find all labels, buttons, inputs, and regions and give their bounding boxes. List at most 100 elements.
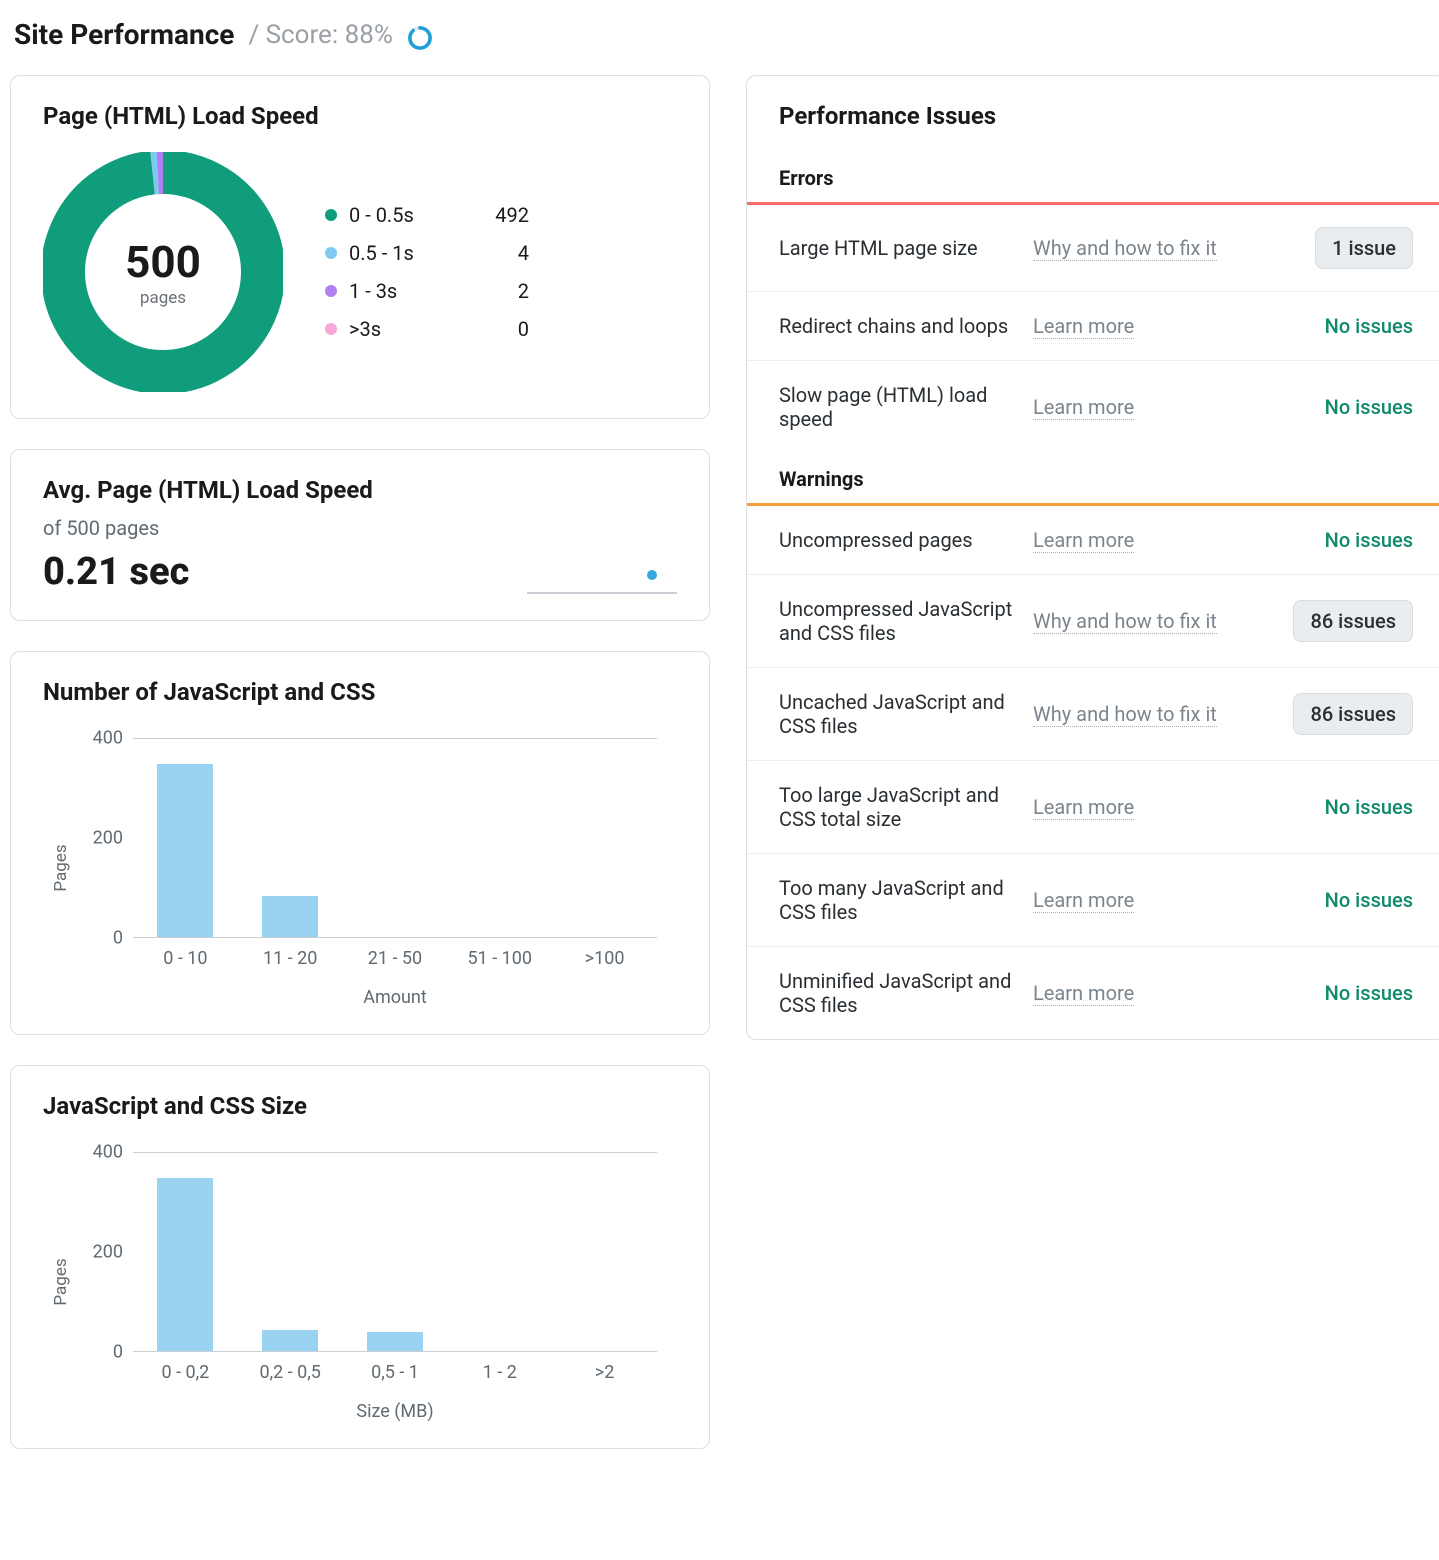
spark-dot-icon [647, 570, 657, 580]
page-title: Site Performance [14, 18, 234, 51]
avg-value: 0.21 sec [43, 550, 189, 594]
x-tick: 0,5 - 1 [371, 1362, 419, 1383]
errors-list: Large HTML page size Why and how to fix i… [747, 205, 1439, 453]
issue-name: Uncached JavaScript and CSS files [779, 690, 1013, 738]
left-column: Page (HTML) Load Speed 500 pages 0 - 0.5… [10, 75, 710, 1479]
sparkline [527, 564, 677, 594]
issue-help-link[interactable]: Why and how to fix it [1033, 609, 1217, 634]
issue-name: Redirect chains and loops [779, 314, 1013, 338]
y-tick: 0 [43, 1342, 123, 1363]
bar-column: 0,5 - 1 [343, 1153, 448, 1352]
baseline [133, 1351, 657, 1352]
bar-column: 1 - 2 [447, 1153, 552, 1352]
no-issues-label: No issues [1325, 528, 1413, 552]
issue-help-link[interactable]: Learn more [1033, 314, 1134, 339]
bar [157, 1178, 213, 1352]
section-errors: Errors [747, 152, 1439, 205]
bar [262, 896, 318, 938]
donut-total-label: pages [140, 288, 186, 308]
legend-count: 492 [479, 203, 529, 227]
legend-dot-icon [325, 285, 337, 297]
card-js-css-size: JavaScript and CSS Size 0 - 0,20,2 - 0,5… [10, 1065, 710, 1449]
x-tick: 21 - 50 [368, 948, 422, 969]
issue-row: Redirect chains and loops Learn more No is… [747, 292, 1439, 361]
issue-name: Slow page (HTML) load speed [779, 383, 1013, 431]
bar [157, 764, 213, 938]
x-tick: >2 [595, 1362, 615, 1383]
card-js-css-count: Number of JavaScript and CSS 0 - 1011 - … [10, 651, 710, 1035]
legend-dot-icon [325, 323, 337, 335]
score-text: / Score: 88% [248, 20, 392, 50]
x-tick: 0,2 - 0,5 [259, 1362, 320, 1383]
avg-subtitle: of 500 pages [43, 516, 677, 540]
legend-label: >3s [349, 317, 469, 341]
issue-name: Too large JavaScript and CSS total size [779, 783, 1013, 831]
bar-column: 0,2 - 0,5 [238, 1153, 343, 1352]
bar-chart: 0 - 1011 - 2021 - 5051 - 100>1000200400P… [43, 728, 677, 1008]
issue-help-link[interactable]: Learn more [1033, 981, 1134, 1006]
issue-row: Unminified JavaScript and CSS filesLearn… [747, 947, 1439, 1039]
card-title: Avg. Page (HTML) Load Speed [43, 476, 677, 504]
no-issues-label: No issues [1325, 795, 1413, 819]
bar-column: >100 [552, 739, 657, 938]
x-axis-label: Amount [133, 987, 657, 1008]
legend-count: 2 [479, 279, 529, 303]
bar-plot: 0 - 1011 - 2021 - 5051 - 100>100 [133, 738, 657, 938]
y-axis-label: Pages [51, 844, 71, 891]
legend-label: 0.5 - 1s [349, 241, 469, 265]
issue-row: Slow page (HTML) load speed Learn more No … [747, 361, 1439, 453]
issue-row: Too many JavaScript and CSS files Learn m… [747, 854, 1439, 947]
y-axis-label: Pages [51, 1258, 71, 1305]
donut-legend: 0 - 0.5s4920.5 - 1s41 - 3s2>3s0 [325, 203, 529, 341]
bar-column: 11 - 20 [238, 739, 343, 938]
donut-chart: 500 pages [43, 152, 283, 392]
card-load-speed: Page (HTML) Load Speed 500 pages 0 - 0.5… [10, 75, 710, 419]
y-tick: 400 [43, 728, 123, 749]
warnings-list: Uncompressed pagesLearn moreNo issuesUnc… [747, 506, 1439, 1039]
issue-name: Too many JavaScript and CSS files [779, 876, 1013, 924]
score-gauge-icon [407, 25, 433, 51]
no-issues-label: No issues [1325, 888, 1413, 912]
legend-label: 1 - 3s [349, 279, 469, 303]
x-tick: 11 - 20 [263, 948, 317, 969]
score-value: 88% [345, 20, 393, 50]
issue-count-badge[interactable]: 86 issues [1293, 600, 1413, 642]
no-issues-label: No issues [1325, 314, 1413, 338]
x-tick: 1 - 2 [483, 1362, 517, 1383]
no-issues-label: No issues [1325, 395, 1413, 419]
issue-help-link[interactable]: Why and how to fix it [1033, 702, 1217, 727]
bar-chart: 0 - 0,20,2 - 0,50,5 - 11 - 2>20200400Pag… [43, 1142, 677, 1422]
legend-label: 0 - 0.5s [349, 203, 469, 227]
issue-row: Uncompressed pages Learn more No issues [747, 506, 1439, 575]
section-warnings: Warnings [747, 453, 1439, 506]
bar [367, 1332, 423, 1352]
x-tick: 51 - 100 [468, 948, 533, 969]
bar-column: 0 - 0,2 [133, 1153, 238, 1352]
card-title: JavaScript and CSS Size [43, 1092, 677, 1120]
bar-column: >2 [552, 1153, 657, 1352]
issue-row: Uncached JavaScript and CSS files Why and… [747, 668, 1439, 761]
y-tick: 400 [43, 1142, 123, 1163]
issue-count-badge[interactable]: 86 issues [1293, 693, 1413, 735]
issue-help-link[interactable]: Learn more [1033, 528, 1134, 553]
x-tick: >100 [585, 948, 625, 969]
issue-name: Uncompressed JavaScript and CSS files [779, 597, 1013, 645]
issue-help-link[interactable]: Learn more [1033, 795, 1134, 820]
issue-help-link[interactable]: Learn more [1033, 395, 1134, 420]
issue-help-link[interactable]: Why and how to fix it [1033, 236, 1217, 261]
bar-column: 51 - 100 [447, 739, 552, 938]
issue-count-badge[interactable]: 1 issue [1315, 227, 1413, 269]
legend-count: 4 [479, 241, 529, 265]
issue-help-link[interactable]: Learn more [1033, 888, 1134, 913]
y-tick: 0 [43, 928, 123, 949]
issue-name: Large HTML page size [779, 236, 1013, 260]
no-issues-label: No issues [1325, 981, 1413, 1005]
issue-row: Uncompressed JavaScript and CSS files Why… [747, 575, 1439, 668]
legend-dot-icon [325, 209, 337, 221]
issue-name: Uncompressed pages [779, 528, 1013, 552]
issue-row: Too large JavaScript and CSS total size L… [747, 761, 1439, 854]
right-column: Performance Issues Errors Large HTML pag… [746, 75, 1439, 1479]
bar-plot: 0 - 0,20,2 - 0,50,5 - 11 - 2>2 [133, 1152, 657, 1352]
x-tick: 0 - 10 [163, 948, 207, 969]
card-title: Performance Issues [747, 102, 1439, 130]
